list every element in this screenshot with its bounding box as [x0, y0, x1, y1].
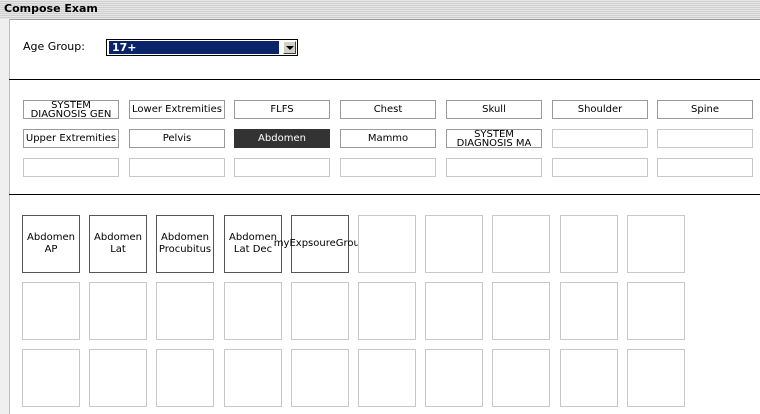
exposure-tile-empty[interactable]	[358, 215, 416, 273]
exposure-tile-empty[interactable]	[89, 282, 147, 340]
category-button[interactable]: Chest	[340, 100, 436, 119]
exposure-tile-empty[interactable]	[224, 282, 282, 340]
chevron-down-icon[interactable]	[283, 41, 296, 54]
exposure-tile-empty[interactable]	[425, 349, 483, 407]
category-button[interactable]: Skull	[446, 100, 542, 119]
exposure-tile[interactable]: Abdomen Procubitus	[156, 215, 214, 273]
exposure-tile-empty[interactable]	[627, 215, 685, 273]
category-button-empty[interactable]	[552, 129, 648, 148]
category-button[interactable]: FLFS	[234, 100, 330, 119]
exposure-tile-empty[interactable]	[627, 282, 685, 340]
category-button[interactable]: Mammo	[340, 129, 436, 148]
age-group-label: Age Group:	[23, 40, 85, 53]
age-group-value: 17+	[109, 41, 279, 54]
exposure-tile-empty[interactable]	[22, 349, 80, 407]
exposure-tile-empty[interactable]	[560, 215, 618, 273]
category-button[interactable]: Lower Extremities	[129, 100, 225, 119]
category-button-empty[interactable]	[657, 129, 753, 148]
window-title: Compose Exam	[4, 2, 98, 15]
exposure-tile-empty[interactable]	[627, 349, 685, 407]
category-button[interactable]: Shoulder	[552, 100, 648, 119]
exposure-tile-empty[interactable]	[358, 349, 416, 407]
category-button[interactable]: SYSTEM DIAGNOSIS MA	[446, 129, 542, 148]
category-button-empty[interactable]	[446, 158, 542, 177]
exposure-tile-empty[interactable]	[425, 282, 483, 340]
exposure-tile-empty[interactable]	[358, 282, 416, 340]
category-button-empty[interactable]	[23, 158, 119, 177]
exposure-tile-empty[interactable]	[22, 282, 80, 340]
exposure-tile-empty[interactable]	[156, 282, 214, 340]
exposure-tile-empty[interactable]	[425, 215, 483, 273]
category-button[interactable]: Spine	[657, 100, 753, 119]
divider-top	[9, 79, 760, 80]
title-bar: Compose Exam	[0, 0, 760, 20]
category-button[interactable]: Abdomen	[234, 129, 330, 148]
exposure-tile-empty[interactable]	[291, 349, 349, 407]
exposure-tile[interactable]: Abdomen AP	[22, 215, 80, 273]
exposure-tile-empty[interactable]	[291, 282, 349, 340]
exposure-tile-empty[interactable]	[89, 349, 147, 407]
exposure-tile[interactable]: myExpsoureGroup	[274, 215, 366, 273]
category-button-empty[interactable]	[129, 158, 225, 177]
category-button[interactable]: Upper Extremities	[23, 129, 119, 148]
exposure-tile-empty[interactable]	[560, 282, 618, 340]
category-button[interactable]: SYSTEM DIAGNOSIS GEN	[23, 100, 119, 119]
category-button-empty[interactable]	[552, 158, 648, 177]
divider-middle	[9, 194, 760, 195]
exposure-tile-empty[interactable]	[492, 282, 550, 340]
exposure-tile-empty[interactable]	[492, 215, 550, 273]
category-button-empty[interactable]	[657, 158, 753, 177]
exposure-tile[interactable]: Abdomen Lat	[89, 215, 147, 273]
exposure-tile-empty[interactable]	[156, 349, 214, 407]
category-button[interactable]: Pelvis	[129, 129, 225, 148]
exposure-tile-empty[interactable]	[224, 349, 282, 407]
category-button-empty[interactable]	[234, 158, 330, 177]
category-button-empty[interactable]	[340, 158, 436, 177]
exposure-tile-empty[interactable]	[560, 349, 618, 407]
exposure-tile-empty[interactable]	[492, 349, 550, 407]
age-group-select[interactable]: 17+	[106, 39, 298, 56]
